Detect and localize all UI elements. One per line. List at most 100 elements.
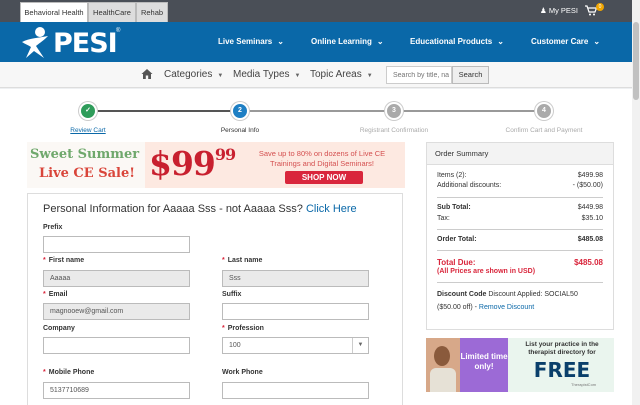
profession-select[interactable]: 100 ▼ [222,337,369,354]
pesi-logo[interactable]: PESI ® [20,26,130,60]
ad-brand-logo: TherapistCom [571,382,597,387]
tab-healthcare[interactable]: HealthCare [88,2,136,22]
profession-value: 100 [229,342,241,349]
discount-applied-text: Discount Applied: SOCIAL50 [488,291,578,298]
subnav-label: Categories [164,69,213,80]
step-2-current: 2 [231,102,249,120]
not-you-click-here-link[interactable]: Click Here [306,203,357,215]
step-1-review-cart-link[interactable]: Review Cart [33,127,143,134]
mobile-phone-label-text: Mobile Phone [48,369,95,376]
last-name-label: * Last name [222,257,262,264]
ad-free-text: FREE [533,358,591,382]
email-label: * Email [43,291,67,298]
subnav-label: Topic Areas [310,69,362,80]
discount-label: Additional discounts: [437,182,502,189]
chevron-down-icon: ⌄ [376,37,384,46]
company-label: Company [43,325,75,332]
chevron-down-icon: ⌄ [497,37,504,46]
last-name-label-text: Last name [227,257,263,264]
step-3-label: Registrant Confirmation [359,127,429,134]
discount-amount-line: ($50.00 off) - Remove Discount [437,304,534,311]
suffix-label: Suffix [222,291,242,298]
banner-price-cents: 99 [214,145,236,164]
top-strip: Behavioral Health HealthCare Rehab ♟ My … [0,0,640,22]
step-1-complete: ✓ [79,102,97,120]
brand-name: PESI [53,28,118,59]
discount-code-line: Discount Code Discount Applied: SOCIAL50 [437,291,578,298]
discount-amount-text: ($50.00 off) - [437,304,477,311]
tab-behavioral-health[interactable]: Behavioral Health [20,2,88,22]
my-pesi-link[interactable]: ♟ My PESI [540,0,578,22]
chevron-down-icon: ⌄ [277,37,284,46]
profession-label-text: Profession [227,325,264,332]
items-label: Items (2): [437,172,467,179]
my-pesi-label: My PESI [548,6,579,15]
ad-photo-body [430,368,456,392]
subtotal-label: Sub Total: [437,204,471,211]
required-asterisk: * [43,291,46,298]
work-phone-field[interactable] [222,382,369,399]
nav-label: Educational Products [410,37,493,46]
shop-now-button[interactable]: SHOP NOW [285,171,363,184]
banner-line1: Sweet Summer [30,147,140,162]
therapist-directory-ad[interactable]: Limited time only! List your practice in… [426,338,614,392]
cart-count-badge: 0 [596,3,604,11]
banner-price-dollars: $99 [149,144,216,183]
caret-down-icon: ▼ [294,73,301,79]
last-name-field[interactable]: Sss [222,270,369,287]
check-icon: ✓ [85,107,91,114]
suffix-field[interactable] [222,303,369,320]
chevron-down-icon: ▼ [352,338,368,353]
nav-live-seminars[interactable]: Live Seminars ⌄ [218,22,284,62]
step-connector [394,110,544,112]
chevron-down-icon: ⌄ [593,37,601,46]
ad-photo-face [434,346,450,366]
caret-down-icon: ▼ [217,73,224,79]
subnav-label: Media Types [233,69,290,80]
ad-headline: List your practice in the therapist dire… [525,341,599,356]
user-icon: ♟ [540,6,547,15]
required-asterisk: * [43,257,46,264]
first-name-label-text: First name [48,257,85,264]
prefix-field[interactable] [43,236,190,253]
first-name-field[interactable]: Aaaaa [43,270,190,287]
search-button[interactable]: Search [452,66,489,84]
nav-online-learning[interactable]: Online Learning ⌄ [311,22,384,62]
subnav-topic-areas[interactable]: Topic Areas ▼ [310,62,373,89]
divider [437,250,603,251]
step-3: 3 [385,102,403,120]
main-nav: PESI ® Live Seminars ⌄ Online Learning ⌄ E… [0,22,632,62]
email-field[interactable]: magnooew@gmail.com [43,303,190,320]
registered-mark: ® [116,28,121,34]
tax-label: Tax: [437,215,450,222]
nav-educational-products[interactable]: Educational Products ⌄ [410,22,504,62]
summer-sale-banner[interactable]: Sweet Summer Live CE Sale! $9999 Save up… [27,142,405,188]
first-name-label: * First name [43,257,84,264]
tax-value: $35.10 [581,215,603,222]
divider [437,229,603,230]
nav-label: Online Learning [311,37,372,46]
banner-price: $9999 [149,144,236,183]
nav-customer-care[interactable]: Customer Care ⌄ [531,22,600,62]
search-input[interactable] [386,66,452,84]
divider [437,282,603,283]
items-value: $499.98 [577,172,603,179]
required-asterisk: * [222,257,225,264]
secondary-nav: Categories ▼ Media Types ▼ Topic Areas ▼ [0,62,632,88]
company-field[interactable] [43,337,190,354]
scrollbar-thumb[interactable] [633,22,639,100]
email-label-text: Email [48,291,68,298]
usd-note-text: (All Prices are shown in USD) [437,268,536,275]
step-connector [88,110,240,112]
subnav-media-types[interactable]: Media Types ▼ [233,62,300,89]
profession-label: * Profession [222,325,264,332]
required-asterisk: * [222,325,225,332]
form-title: Personal Information for Aaaaa Sss - not… [43,203,357,215]
subnav-categories[interactable]: Categories ▼ [164,62,223,89]
required-asterisk: * [43,369,46,376]
remove-discount-link[interactable]: Remove Discount [479,304,534,311]
tab-rehab[interactable]: Rehab [136,2,168,22]
caret-down-icon: ▼ [366,73,373,79]
home-icon[interactable] [141,68,153,80]
mobile-phone-field[interactable]: 5137710689 [43,382,190,399]
